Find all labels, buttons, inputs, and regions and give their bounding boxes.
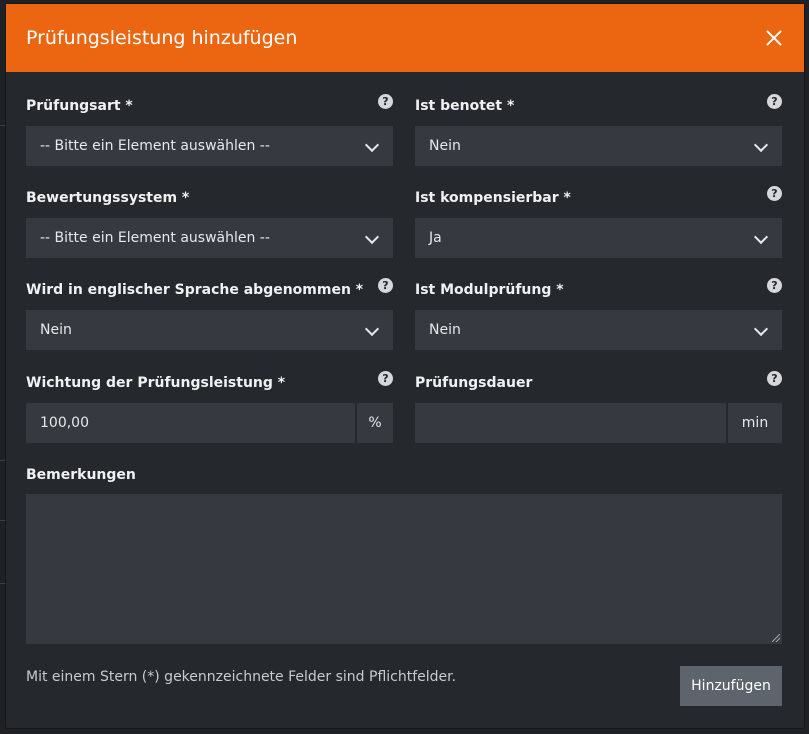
ist-kompensierbar-label: Ist kompensierbar * — [415, 190, 571, 206]
wichtung-input-group: 100,00 % — [26, 403, 393, 443]
percent-addon: % — [355, 403, 393, 443]
modal-title: Prüfungsleistung hinzufügen — [26, 27, 298, 49]
bemerkungen-label: Bemerkungen — [26, 467, 136, 483]
chevron-down-icon — [753, 137, 769, 153]
wichtung-label: Wichtung der Prüfungsleistung * — [26, 375, 286, 391]
chevron-down-icon — [364, 321, 380, 337]
help-icon[interactable]: ? — [767, 186, 782, 201]
help-icon[interactable]: ? — [767, 278, 782, 293]
ist-benotet-select[interactable]: Nein — [415, 126, 782, 166]
pruefungsart-value: -- Bitte ein Element auswählen -- — [40, 138, 270, 154]
resize-grip-icon[interactable] — [772, 634, 780, 642]
wichtung-value: 100,00 — [40, 415, 89, 431]
englisch-value: Nein — [40, 322, 72, 338]
bewertungssystem-value: -- Bitte ein Element auswählen -- — [40, 230, 270, 246]
chevron-down-icon — [364, 137, 380, 153]
wichtung-input[interactable]: 100,00 — [26, 403, 355, 443]
englisch-select[interactable]: Nein — [26, 310, 393, 350]
bewertungssystem-label: Bewertungssystem * — [26, 190, 190, 206]
modulpruefung-label: Ist Modulprüfung * — [415, 282, 564, 298]
dauer-input-group: min — [415, 403, 782, 443]
ist-kompensierbar-value: Ja — [429, 230, 442, 246]
bemerkungen-textarea[interactable] — [26, 494, 782, 644]
ist-benotet-value: Nein — [429, 138, 461, 154]
modal-header: Prüfungsleistung hinzufügen — [6, 4, 804, 72]
englisch-label: Wird in englischer Sprache abgenommen * — [26, 282, 364, 298]
add-button[interactable]: Hinzufügen — [680, 666, 782, 706]
chevron-down-icon — [364, 229, 380, 245]
pruefungsart-select[interactable]: -- Bitte ein Element auswählen -- — [26, 126, 393, 166]
close-icon[interactable] — [766, 30, 782, 46]
dauer-input[interactable] — [415, 403, 726, 443]
required-fields-note: Mit einem Stern (*) gekennzeichnete Feld… — [26, 669, 457, 685]
modulpruefung-value: Nein — [429, 322, 461, 338]
help-icon[interactable]: ? — [378, 94, 393, 109]
add-exam-modal: Prüfungsleistung hinzufügen Prüfungsart … — [6, 4, 804, 728]
modulpruefung-select[interactable]: Nein — [415, 310, 782, 350]
dauer-label: Prüfungsdauer — [415, 375, 533, 391]
help-icon[interactable]: ? — [378, 371, 393, 386]
min-addon: min — [726, 403, 782, 443]
chevron-down-icon — [753, 229, 769, 245]
ist-kompensierbar-select[interactable]: Ja — [415, 218, 782, 258]
ist-benotet-label: Ist benotet * — [415, 98, 515, 114]
chevron-down-icon — [753, 321, 769, 337]
help-icon[interactable]: ? — [767, 371, 782, 386]
help-icon[interactable]: ? — [378, 278, 393, 293]
bewertungssystem-select[interactable]: -- Bitte ein Element auswählen -- — [26, 218, 393, 258]
pruefungsart-label: Prüfungsart * — [26, 98, 133, 114]
help-icon[interactable]: ? — [767, 94, 782, 109]
